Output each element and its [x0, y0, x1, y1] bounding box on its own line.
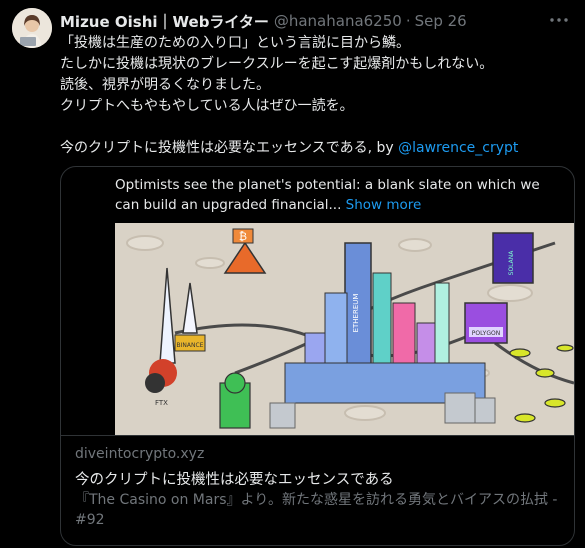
tweet-text: 「投機は生産のための入り口」という言説に目から鱗。 たしかに投機は現状のブレーク… [60, 33, 575, 159]
author-handle[interactable]: @hanahana6250 [274, 12, 402, 30]
more-horizontal-icon[interactable] [547, 10, 571, 30]
ethereum-sign: ETHEREUM [352, 294, 360, 333]
bitcoin-sign: ₿ [239, 230, 247, 243]
solana-building: SOLANA [492, 232, 534, 284]
card-title[interactable]: 今のクリプトに投機性は必要なエッセンスである [75, 468, 394, 489]
mention-link[interactable]: @lawrence_crypt [398, 140, 518, 156]
author-name[interactable]: Mizue Oishi｜Webライター [60, 11, 269, 32]
polygon-sign: POLYGON [472, 330, 500, 337]
quote-text: 今のクリプトに投機性は必要なエッセンスである, by [60, 140, 399, 156]
tweet-line: たしかに投機は現状のブレークスルーを起こす起爆剤かもしれない。 [60, 56, 494, 72]
polygon-building: POLYGON [464, 302, 508, 344]
tweet-line: クリプトへもやもやしている人はぜひ一読を。 [60, 98, 354, 114]
ftx-sign: FTX [155, 399, 168, 407]
binance-sign: BINANCE [177, 342, 204, 349]
link-card[interactable]: Optimists see the planet's potential: a … [60, 166, 575, 546]
card-subtitle: 『The Casino on Mars』より。新たな惑星を訪れる勇気とバイアスの… [75, 492, 558, 528]
card-description: Optimists see the planet's potential: a … [115, 175, 555, 215]
tweet-line: 読後、視界が明るくなりました。 [60, 77, 270, 93]
tweet-date[interactable]: Sep 26 [415, 12, 467, 30]
tweet-line-quote: 今のクリプトに投機性は必要なエッセンスである, by @lawrence_cry… [60, 138, 575, 159]
show-more-link[interactable]: Show more [346, 197, 422, 213]
author-avatar[interactable] [12, 8, 52, 48]
card-description-text: Optimists see the planet's potential: a … [115, 177, 540, 213]
card-image[interactable]: ₿ FTX BINANCE ETHEREUM SOLANA POLYGON [115, 223, 574, 435]
card-domain[interactable]: diveintocrypto.xyz [75, 446, 204, 462]
tweet-line: 「投機は生産のための入り口」という言説に目から鱗。 [60, 35, 410, 51]
solana-sign: SOLANA [508, 250, 515, 276]
card-footer: diveintocrypto.xyz 今のクリプトに投機性は必要なエッセンスであ… [61, 435, 574, 545]
separator-dot: · [405, 12, 411, 30]
tweet-header: Mizue Oishi｜Webライター @hanahana6250 · Sep … [60, 10, 545, 32]
